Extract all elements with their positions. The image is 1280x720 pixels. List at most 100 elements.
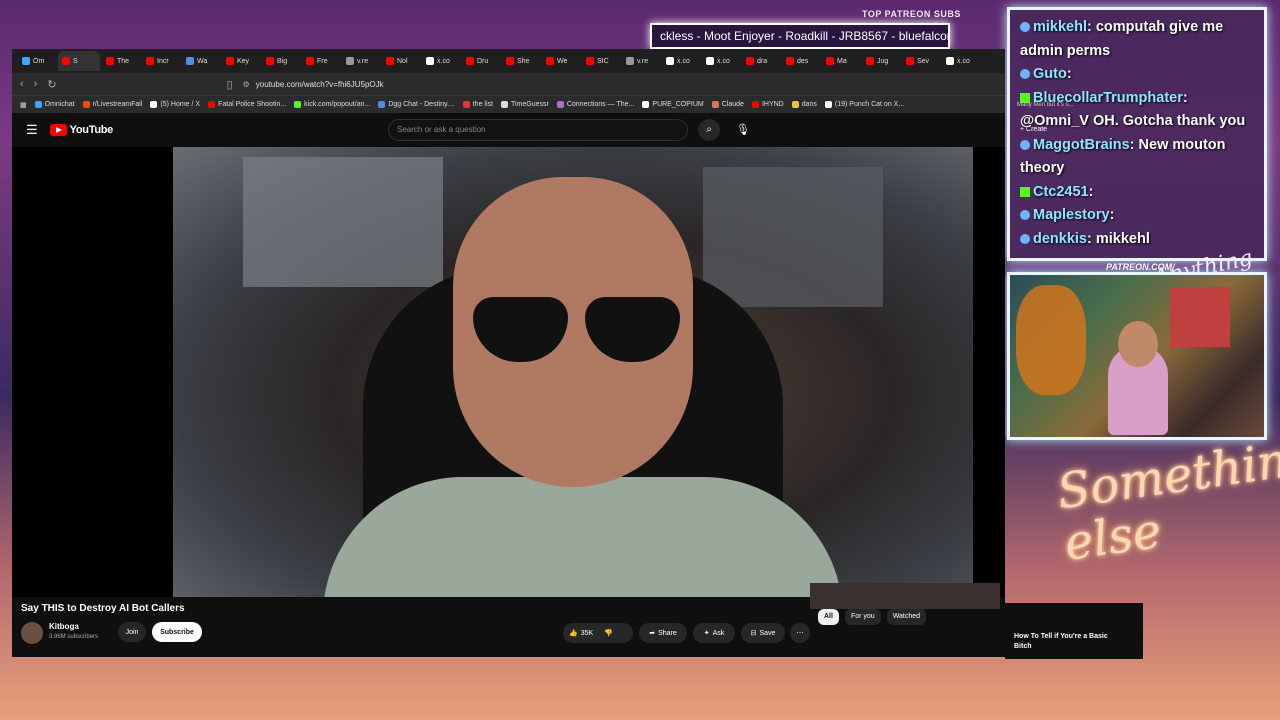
patreon-subs-header: TOP PATREON SUBS	[862, 9, 961, 19]
browser-tab[interactable]: x.co	[702, 51, 740, 71]
bookmark-item[interactable]: (5) Home / X	[150, 101, 200, 108]
mural	[1016, 285, 1086, 395]
browser-tab[interactable]: x.co	[422, 51, 460, 71]
side-snippet: Many Men but it's s...	[1017, 102, 1074, 108]
tab-favicon-icon	[546, 57, 554, 65]
tab-label: x.co	[717, 57, 730, 65]
side-video-thumbnail[interactable]	[810, 583, 1000, 609]
ask-button[interactable]: ✦ Ask	[693, 623, 735, 643]
share-icon: ➦	[649, 630, 656, 637]
browser-tab[interactable]: Dru	[462, 51, 500, 71]
tab-label: Fre	[317, 57, 328, 65]
browser-tab[interactable]: Fre	[302, 51, 340, 71]
reload-icon[interactable]: ↻	[47, 78, 56, 91]
menu-icon[interactable]: ☰	[26, 122, 38, 138]
bookmark-item[interactable]: kick.com/popout/an...	[294, 101, 370, 108]
create-button[interactable]: + Create	[1020, 126, 1047, 133]
browser-tab[interactable]: v.re	[622, 51, 660, 71]
chip-all[interactable]: All	[818, 609, 839, 625]
bookmark-item[interactable]: r/LivestreamFail	[82, 101, 142, 108]
tab-favicon-icon	[506, 57, 514, 65]
tab-favicon-icon	[186, 57, 194, 65]
chat-username: Maplestory	[1033, 207, 1110, 223]
bookmark-item[interactable]: Dgg Chat - Destiny....	[378, 101, 455, 108]
browser-tab[interactable]: dra	[742, 51, 780, 71]
bookmark-favicon-icon	[556, 101, 564, 108]
browser-tab[interactable]: x.co	[942, 51, 980, 71]
side-video-title[interactable]: How To Tell if You're a Basic Bitch	[1014, 632, 1124, 652]
tab-label: v.re	[357, 57, 369, 65]
bookmark-item[interactable]: (19) Punch Cat on X...	[824, 101, 905, 108]
tab-favicon-icon	[946, 57, 954, 65]
browser-tab[interactable]: SIC	[582, 51, 620, 71]
bookmark-item[interactable]: Omnichat	[34, 101, 75, 108]
bookmark-label: TimeGuessr	[510, 101, 549, 108]
browser-tab[interactable]: S	[58, 51, 100, 71]
url-field[interactable]: ⚙ youtube.com/watch?v=fhi6JU5pOJk	[243, 80, 384, 89]
bookmark-label: Claude	[721, 101, 744, 108]
browser-tab[interactable]: des	[782, 51, 820, 71]
browser-tab[interactable]: She	[502, 51, 540, 71]
video-frame[interactable]	[173, 147, 973, 597]
bookmark-item[interactable]: Fatal Police Shootin...	[208, 101, 286, 108]
bookmark-favicon-icon	[711, 101, 719, 108]
more-icon[interactable]: ⋯	[790, 623, 810, 643]
tab-favicon-icon	[106, 57, 114, 65]
bookmark-item[interactable]: IHYND	[751, 101, 784, 108]
browser-tab[interactable]: Nol	[382, 51, 420, 71]
chat-message: BluecollarTrumphater: @Omni_V OH. Gotcha…	[1020, 87, 1254, 134]
browser-tab[interactable]: The	[102, 51, 140, 71]
browser-tab[interactable]: v.re	[342, 51, 380, 71]
browser-tab[interactable]: Wa	[182, 51, 220, 71]
chat-username: denkkis	[1033, 230, 1087, 247]
browser-tab[interactable]: Om	[18, 51, 56, 71]
tab-favicon-icon	[22, 57, 30, 65]
chat-text: :	[1088, 183, 1094, 200]
tab-favicon-icon	[906, 57, 914, 65]
channel-name[interactable]: Kitboga	[49, 622, 79, 631]
like-button[interactable]: 👍 35K 👎	[563, 623, 633, 643]
site-info-icon[interactable]: ⚙	[243, 80, 250, 89]
bookmark-item[interactable]: Claude	[711, 101, 744, 108]
signature-large: Something else	[1053, 428, 1280, 572]
forward-icon[interactable]: ›	[34, 78, 38, 90]
video-player[interactable]	[12, 147, 1005, 597]
tab-label: v.re	[637, 57, 649, 65]
bookmark-label: (19) Punch Cat on X...	[834, 101, 905, 108]
mic-icon[interactable]: 🎙	[732, 119, 754, 141]
share-button[interactable]: ➦ Share	[639, 623, 687, 643]
browser-tab[interactable]: We	[542, 51, 580, 71]
chip-watched[interactable]: Watched	[886, 609, 927, 625]
search-icon[interactable]: ⌕	[698, 119, 720, 141]
bookmark-item[interactable]: TimeGuessr	[500, 101, 549, 108]
youtube-logo[interactable]: YouTube	[49, 124, 113, 136]
browser-tab[interactable]: x.co	[662, 51, 700, 71]
join-button[interactable]: Join	[118, 622, 146, 642]
save-button[interactable]: ⊟ Save	[741, 623, 785, 643]
bookmark-item[interactable]: Connections — The...	[556, 101, 634, 108]
thumbs-down-icon[interactable]: 👎	[604, 629, 613, 637]
tab-label: We	[557, 57, 568, 65]
channel-avatar[interactable]	[21, 622, 43, 644]
browser-tab[interactable]: Sev	[902, 51, 940, 71]
back-icon[interactable]: ‹	[20, 78, 24, 90]
subscribe-button[interactable]: Subscribe	[152, 622, 202, 642]
search-input[interactable]: Search or ask a question	[388, 119, 688, 141]
streamer-head	[1118, 321, 1158, 367]
browser-tab[interactable]: Jug	[862, 51, 900, 71]
bookmark-item[interactable]: the list	[462, 101, 493, 108]
bookmark-favicon-icon	[751, 101, 759, 108]
browser-tab[interactable]: Incr	[142, 51, 180, 71]
tab-favicon-icon	[266, 57, 274, 65]
address-bar: ‹ › ↻ ▯ ⚙ youtube.com/watch?v=fhi6JU5pOJ…	[12, 73, 1005, 95]
tab-label: Sev	[917, 57, 930, 65]
chip-for-you[interactable]: For you	[844, 609, 881, 625]
subscriber-count: 3.96M subscribers	[49, 634, 99, 640]
apps-icon[interactable]: ▦	[20, 101, 27, 109]
browser-tab[interactable]: Big	[262, 51, 300, 71]
browser-tab[interactable]: Ma	[822, 51, 860, 71]
browser-tab[interactable]: Key	[222, 51, 260, 71]
bookmark-icon[interactable]: ▯	[227, 78, 233, 91]
bookmark-item[interactable]: PURE_COPIUM	[642, 101, 704, 108]
bookmark-item[interactable]: dans	[791, 101, 817, 108]
